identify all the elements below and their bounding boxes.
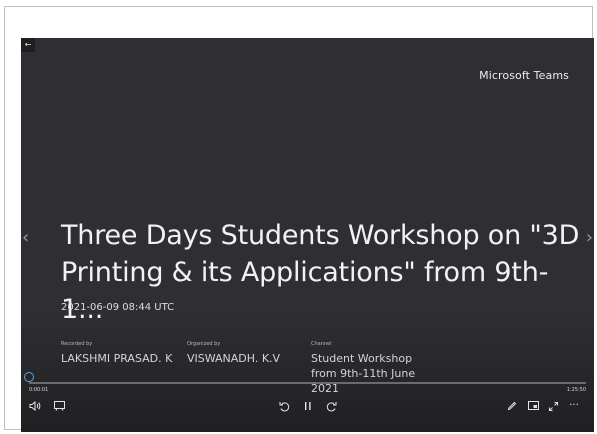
pause-button[interactable] — [302, 399, 314, 413]
volume-button[interactable] — [29, 399, 41, 413]
volume-icon — [29, 401, 41, 411]
fullscreen-button[interactable] — [547, 399, 559, 413]
channel: Channel Student Workshop from 9th-11th J… — [311, 341, 441, 396]
previous-button[interactable]: ‹ — [22, 229, 29, 247]
fast-forward-icon — [326, 402, 336, 412]
recorded-by-value: LAKSHMI PRASAD. K — [61, 352, 173, 365]
total-time: 1:25:50 — [566, 387, 586, 393]
organized-by-value: VISWANADH. K.V — [187, 352, 281, 365]
chevron-left-icon: ‹ — [22, 227, 30, 248]
back-button[interactable]: ← — [21, 38, 35, 52]
settings-icon — [527, 401, 539, 410]
next-button[interactable]: › — [586, 229, 593, 247]
pause-icon — [305, 402, 311, 410]
settings-button[interactable] — [527, 399, 539, 413]
channel-label: Channel — [311, 341, 332, 347]
more-options-icon: ··· — [569, 400, 579, 411]
recorded-by-label: Recorded by — [61, 341, 93, 347]
organized-by-label: Organized by — [187, 341, 221, 347]
rewind-icon — [279, 402, 289, 412]
organized-by: Organized by VISWANADH. K.V — [187, 341, 280, 366]
player-gradient — [21, 312, 594, 432]
video-timestamp: 2021-06-09 08:44 UTC — [61, 302, 175, 313]
brand-label: Microsoft Teams — [479, 69, 569, 82]
fast-forward-button[interactable] — [325, 399, 337, 413]
fullscreen-icon — [548, 402, 558, 411]
current-time: 0:00:01 — [29, 387, 49, 393]
pen-icon — [507, 401, 517, 411]
captions-icon — [53, 401, 65, 411]
video-player[interactable]: ← Microsoft Teams ‹ › Three Days Student… — [21, 38, 594, 432]
captions-button[interactable] — [53, 399, 65, 413]
edit-button[interactable] — [506, 399, 518, 413]
channel-value[interactable]: Student Workshop from 9th-11th June 2021 — [311, 351, 441, 396]
progress-bar[interactable] — [29, 382, 586, 384]
chevron-right-icon: › — [585, 227, 593, 248]
rewind-button[interactable] — [278, 399, 290, 413]
more-options-button[interactable]: ··· — [568, 399, 580, 413]
back-arrow-icon: ← — [24, 40, 32, 49]
recorded-by: Recorded by LAKSHMI PRASAD. K — [61, 341, 172, 366]
